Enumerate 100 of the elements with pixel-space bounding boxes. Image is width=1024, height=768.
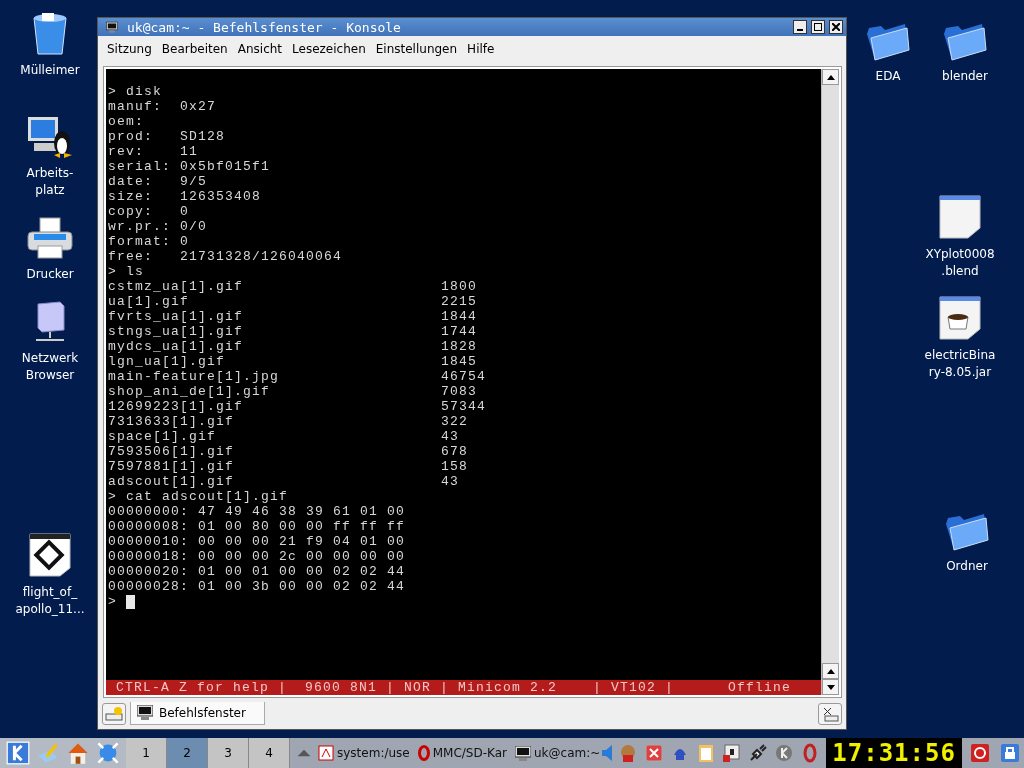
terminal-line: format: 0 — [108, 234, 190, 249]
terminal-line: manuf: 0x27 — [108, 99, 217, 114]
taskbar-task[interactable]: uk@cam:~ — [513, 745, 603, 761]
terminal-line: 00000008: 01 00 80 00 00 ff ff ff — [108, 519, 407, 534]
desktop-icon-label[interactable]: blender — [942, 68, 988, 85]
file-name: shop_ani_de[1].gif — [108, 384, 272, 399]
opera-icon — [417, 745, 430, 761]
terminal-line: free: 21731328/126040064 — [108, 249, 344, 264]
desktop-icon-label[interactable]: Netzwerk Browser — [21, 350, 79, 384]
scroll-up-button[interactable] — [822, 69, 839, 85]
file-size: 1800 — [441, 279, 477, 294]
menu-item[interactable]: Hilfe — [462, 39, 500, 59]
menu-item[interactable]: Sitzung — [102, 39, 157, 59]
menu-item[interactable]: Bearbeiten — [156, 39, 233, 59]
home-icon — [66, 741, 90, 765]
close-button[interactable] — [829, 20, 843, 34]
file-name: mydcs_ua[1].gif — [108, 339, 245, 354]
desktop-icon-label[interactable]: Ordner — [946, 558, 988, 575]
file-size: 2215 — [441, 294, 477, 309]
desktop-switcher[interactable]: 1 — [126, 738, 167, 768]
close-icon — [832, 23, 840, 31]
minimize-button[interactable] — [793, 20, 807, 34]
maximize-icon — [814, 23, 822, 31]
menu-item[interactable]: Ansicht — [232, 39, 288, 59]
k-menu-icon — [6, 741, 30, 765]
menu-item[interactable]: Lesezeichen — [287, 39, 371, 59]
file-name: space[1].gif — [108, 429, 217, 444]
up-arrow-icon — [826, 668, 835, 674]
terminal-line: date: 9/5 — [108, 174, 208, 189]
terminal-line: rev: 11 — [108, 144, 199, 159]
pdf-icon — [318, 745, 334, 761]
terminal-line: serial: 0x5bf015f1 — [108, 159, 272, 174]
file-name: 7313633[1].gif — [108, 414, 236, 429]
file-size: 1845 — [441, 354, 477, 369]
file-name: 12699223[1].gif — [108, 399, 245, 414]
lock-error-icon — [722, 743, 743, 763]
close-tab-icon — [821, 705, 839, 722]
trash-icon — [30, 12, 70, 56]
terminal-icon — [137, 705, 153, 720]
logout-button[interactable] — [970, 744, 989, 762]
file-size: 46754 — [441, 369, 486, 384]
taskbar-task[interactable]: MMC/SD-Kar — [415, 745, 509, 761]
desktop-icon-label[interactable]: Drucker — [26, 266, 74, 283]
lock-button[interactable] — [1000, 744, 1019, 762]
terminal-line: > ls — [108, 264, 145, 279]
desktop-switcher[interactable]: 2 — [167, 738, 208, 768]
scroll-up-button[interactable] — [822, 663, 839, 679]
menu-item[interactable]: Einstellungen — [370, 39, 463, 59]
desktop-switcher[interactable]: 3 — [208, 738, 249, 768]
down-arrow-icon — [826, 684, 835, 690]
desktop-icon-label[interactable]: electricBina ry-8.05.jar — [924, 347, 996, 381]
scrollbar[interactable] — [821, 69, 839, 695]
terminal-line: 00000028: 01 00 3b 00 00 02 02 44 — [108, 579, 407, 594]
file-size: 678 — [441, 444, 468, 459]
file-name: 7593506[1].gif — [108, 444, 236, 459]
file-size: 57344 — [441, 399, 486, 414]
file-name: lgn_ua[1].gif — [108, 354, 227, 369]
terminal-icon — [515, 745, 531, 761]
java-coffee-icon — [938, 295, 982, 341]
desktop-icon-label[interactable]: EDA — [875, 68, 901, 85]
terminal-line: wr.pr.: 0/0 — [108, 219, 208, 234]
k-circle-icon — [774, 743, 795, 763]
new-tab-button[interactable] — [102, 702, 126, 725]
file-size: 7083 — [441, 384, 477, 399]
file-name: 7597881[1].gif — [108, 459, 236, 474]
text-cursor — [126, 594, 135, 609]
pencil-paper-icon — [36, 741, 60, 765]
file-size: 1828 — [441, 339, 477, 354]
file-size: 1844 — [441, 309, 477, 324]
computer-penguin-icon — [26, 115, 74, 159]
terminal-line: size: 126353408 — [108, 189, 263, 204]
file-name: adscout[1].gif — [108, 474, 236, 489]
clock: 17:31:56 — [826, 738, 962, 768]
terminal-line: 00000010: 00 00 00 21 f9 04 01 00 — [108, 534, 407, 549]
video-file-icon — [28, 532, 72, 578]
terminal-line: prod: SD128 — [108, 129, 227, 144]
document-icon — [938, 194, 982, 240]
up-arrow-icon — [826, 74, 835, 80]
terminal-line: 00000000: 47 49 46 38 39 61 01 00 — [108, 504, 407, 519]
file-size: 43 — [441, 429, 459, 444]
file-name: fvrts_ua[1].gif — [108, 309, 245, 324]
desktop-switcher[interactable]: 4 — [249, 738, 290, 768]
desktop-icon-label[interactable]: Arbeits- platz — [26, 165, 74, 199]
desktop-icon-label[interactable]: Mülleimer — [20, 62, 80, 79]
globe-icon — [96, 741, 120, 765]
desktop-icon-label[interactable]: flight_of_ apollo_11... — [15, 584, 85, 618]
terminal-line: > disk — [108, 84, 163, 99]
window-title: uk@cam:~ - Befehlsfenster - Konsole — [127, 19, 401, 35]
scroll-down-button[interactable] — [822, 679, 839, 695]
speaker-icon — [602, 745, 613, 761]
file-size: 43 — [441, 474, 459, 489]
tab[interactable]: Befehlsfenster — [130, 702, 265, 725]
file-name: ua[1].gif — [108, 294, 190, 309]
maximize-button[interactable] — [811, 20, 825, 34]
desktop-icon-label[interactable]: XYplot0008 .blend — [925, 246, 995, 280]
taskbar-task[interactable]: system:/use — [316, 745, 412, 761]
file-name: stngs_ua[1].gif — [108, 324, 245, 339]
file-size: 322 — [441, 414, 468, 429]
file-name: main-feature[1].jpg — [108, 369, 281, 384]
close-tab-button[interactable] — [818, 702, 842, 725]
